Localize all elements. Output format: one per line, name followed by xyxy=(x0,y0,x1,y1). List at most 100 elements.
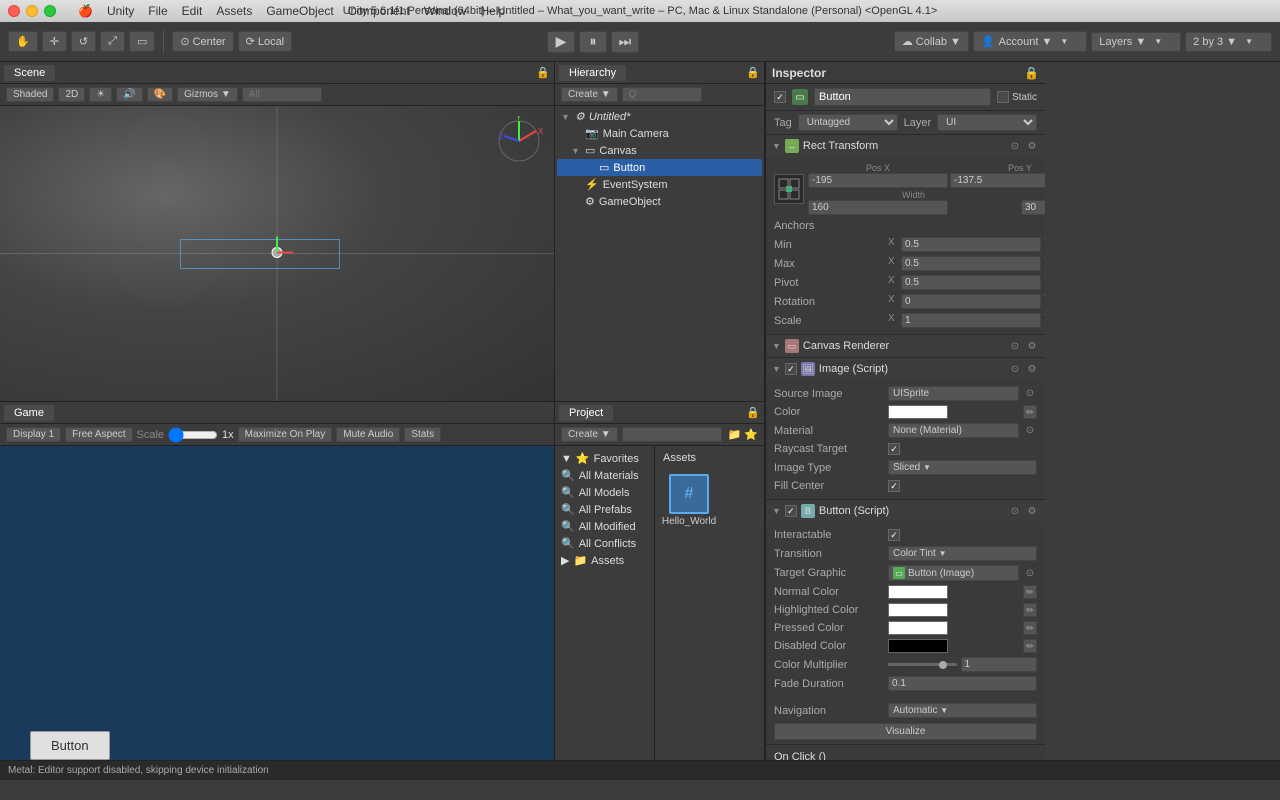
project-create-btn[interactable]: Create ▼ xyxy=(561,427,618,442)
disabled-color-swatch[interactable] xyxy=(888,639,948,653)
scale-slider[interactable] xyxy=(168,427,218,443)
hierarchy-create-btn[interactable]: Create ▼ xyxy=(561,87,618,102)
fade-duration-input[interactable] xyxy=(888,676,1037,691)
anchor-min-x[interactable] xyxy=(901,237,1041,252)
inspector-lock-icon[interactable]: 🔒 xyxy=(1024,66,1039,80)
transition-select[interactable]: Color Tint xyxy=(888,546,1037,561)
project-folder-all-materials[interactable]: 🔍 All Materials xyxy=(555,467,654,484)
height-input[interactable] xyxy=(1021,200,1045,215)
project-folder-icon[interactable]: 📁 xyxy=(728,428,742,441)
project-search-input[interactable] xyxy=(622,427,722,442)
menu-gameobject[interactable]: GameObject xyxy=(266,4,333,18)
shading-dropdown[interactable]: Shaded xyxy=(6,87,54,102)
image-script-gear-btn[interactable]: ⚙ xyxy=(1025,362,1039,376)
scene-lock-icon[interactable]: 🔒 xyxy=(536,66,550,79)
mute-audio-btn[interactable]: Mute Audio xyxy=(336,427,400,442)
navigation-select[interactable]: Automatic xyxy=(888,703,1037,718)
project-folder-assets[interactable]: ▶ 📁 Assets xyxy=(555,552,654,569)
anchor-widget[interactable] xyxy=(774,174,804,204)
tab-project[interactable]: Project xyxy=(559,405,613,421)
color-picker-btn[interactable]: ✏ xyxy=(1023,405,1037,419)
gizmos-dropdown[interactable]: Gizmos ▼ xyxy=(177,87,238,102)
rot-x[interactable] xyxy=(901,294,1041,309)
image-type-select[interactable]: Sliced xyxy=(888,460,1037,475)
maximize-button[interactable] xyxy=(44,5,56,17)
disabled-color-picker-btn[interactable]: ✏ xyxy=(1023,639,1037,653)
menu-edit[interactable]: Edit xyxy=(182,4,203,18)
hierarchy-item-gameobject[interactable]: ⚙ GameObject xyxy=(557,193,762,210)
hierarchy-item-button[interactable]: ▭ Button xyxy=(557,159,762,176)
pressed-color-picker-btn[interactable]: ✏ xyxy=(1023,621,1037,635)
hierarchy-item-canvas[interactable]: ▼ ▭ Canvas xyxy=(557,142,762,159)
move-tool[interactable]: ✛ xyxy=(42,31,67,52)
static-checkmark[interactable] xyxy=(997,91,1009,103)
local-toggle[interactable]: ⟳ Local xyxy=(238,31,293,52)
button-script-gear-btn[interactable]: ⚙ xyxy=(1025,504,1039,518)
menu-unity[interactable]: Unity xyxy=(107,4,134,18)
game-button-preview[interactable]: Button xyxy=(30,731,110,760)
pressed-color-swatch[interactable] xyxy=(888,621,948,635)
canvas-renderer-ref-btn[interactable]: ⊙ xyxy=(1008,339,1022,353)
canvas-renderer-gear-btn[interactable]: ⚙ xyxy=(1025,339,1039,353)
scale-x[interactable] xyxy=(901,313,1041,328)
project-star-icon[interactable]: ⭐ xyxy=(744,428,758,441)
aspect-dropdown[interactable]: Free Aspect xyxy=(65,427,132,442)
material-target-btn[interactable]: ⊙ xyxy=(1023,424,1037,438)
target-graphic-target-btn[interactable]: ⊙ xyxy=(1023,566,1037,580)
normal-color-swatch[interactable] xyxy=(888,585,948,599)
transform-gizmo[interactable] xyxy=(257,232,297,275)
color-multiplier-slider[interactable] xyxy=(888,663,957,666)
play-button[interactable]: ▶ xyxy=(547,31,575,53)
2d-button[interactable]: 2D xyxy=(58,87,85,102)
source-image-ref[interactable]: UISprite xyxy=(888,386,1019,401)
pivot-x[interactable] xyxy=(901,275,1041,290)
project-folder-all-prefabs[interactable]: 🔍 All Prefabs xyxy=(555,501,654,518)
rect-transform-ref-btn[interactable]: ⊙ xyxy=(1008,139,1022,153)
material-ref[interactable]: None (Material) xyxy=(888,423,1019,438)
pos-y-input[interactable] xyxy=(950,173,1045,188)
tab-scene[interactable]: Scene xyxy=(4,65,55,81)
rect-tool[interactable]: ▭ xyxy=(129,31,155,52)
close-button[interactable] xyxy=(8,5,20,17)
menu-apple[interactable]: 🍎 xyxy=(78,4,93,18)
normal-color-picker-btn[interactable]: ✏ xyxy=(1023,585,1037,599)
asset-hello-world[interactable]: # Hello_World xyxy=(659,470,719,531)
object-name-input[interactable] xyxy=(814,88,991,106)
step-button[interactable]: ⏭ xyxy=(611,31,639,53)
color-swatch[interactable] xyxy=(888,405,948,419)
tab-game[interactable]: Game xyxy=(4,405,54,421)
source-image-target-btn[interactable]: ⊙ xyxy=(1023,387,1037,401)
visualize-button[interactable]: Visualize xyxy=(774,723,1037,740)
rotate-tool[interactable]: ↺ xyxy=(71,31,96,52)
maximize-play-btn[interactable]: Maximize On Play xyxy=(238,427,333,442)
account-dropdown[interactable]: 👤 Account ▼ xyxy=(973,31,1087,52)
image-script-enabled[interactable]: ✓ xyxy=(785,363,797,375)
hand-tool[interactable]: ✋ xyxy=(8,31,38,52)
game-viewport[interactable]: Button xyxy=(0,446,554,780)
interactable-checkbox[interactable]: ✓ xyxy=(888,529,900,541)
project-lock-icon[interactable]: 🔒 xyxy=(746,406,760,419)
button-script-enabled[interactable]: ✓ xyxy=(785,505,797,517)
pause-button[interactable]: ⏸ xyxy=(579,31,607,53)
tab-hierarchy[interactable]: Hierarchy xyxy=(559,65,626,81)
layer-select[interactable]: UI xyxy=(937,114,1037,131)
hierarchy-item-main-camera[interactable]: 📷 Main Camera xyxy=(557,125,762,142)
hierarchy-item-eventsystem[interactable]: ⚡ EventSystem xyxy=(557,176,762,193)
rect-transform-header[interactable]: ▼ ↔ Rect Transform ⊙ ⚙ xyxy=(766,135,1045,157)
hierarchy-search-input[interactable] xyxy=(622,87,702,102)
project-folder-all-models[interactable]: 🔍 All Models xyxy=(555,484,654,501)
project-folder-all-modified[interactable]: 🔍 All Modified xyxy=(555,518,654,535)
hierarchy-item-untitled[interactable]: ▼ ⚙ Untitled* xyxy=(557,108,762,125)
button-script-ref-btn[interactable]: ⊙ xyxy=(1008,504,1022,518)
raycast-checkbox[interactable]: ✓ xyxy=(888,443,900,455)
center-toggle[interactable]: ⊙ Center xyxy=(172,31,233,52)
display-dropdown[interactable]: Display 1 xyxy=(6,427,61,442)
lighting-button[interactable]: ☀ xyxy=(89,87,112,102)
project-folder-favorites[interactable]: ▼ ⭐ Favorites xyxy=(555,450,654,467)
menu-assets[interactable]: Assets xyxy=(216,4,252,18)
image-script-ref-btn[interactable]: ⊙ xyxy=(1008,362,1022,376)
fill-center-checkbox[interactable]: ✓ xyxy=(888,480,900,492)
color-multiplier-input[interactable] xyxy=(961,657,1038,672)
scene-viewport[interactable]: X Y Z xyxy=(0,106,554,401)
highlighted-color-picker-btn[interactable]: ✏ xyxy=(1023,603,1037,617)
